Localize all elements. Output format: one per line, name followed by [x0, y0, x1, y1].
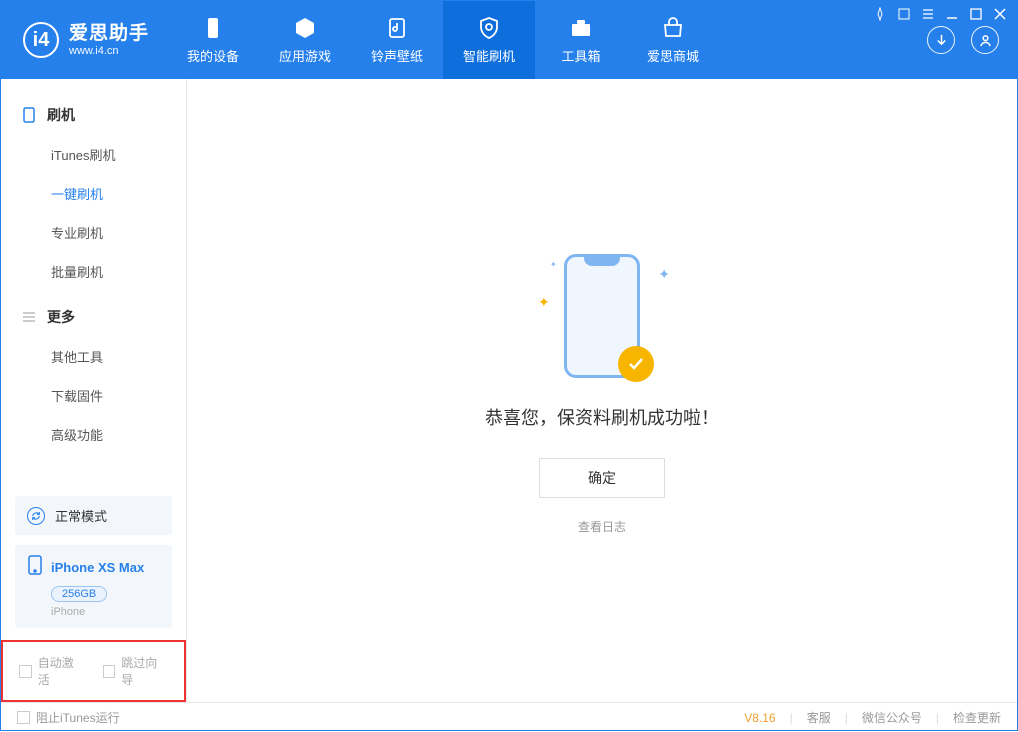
tab-toolbox[interactable]: 工具箱	[535, 1, 627, 79]
logo-icon: i4	[23, 22, 59, 58]
ok-button[interactable]: 确定	[539, 458, 665, 498]
sidebar-section-flash: 刷机 iTunes刷机 一键刷机 专业刷机 批量刷机	[1, 97, 186, 299]
sidebar: 刷机 iTunes刷机 一键刷机 专业刷机 批量刷机 更多 其他工具 下载固件 …	[1, 79, 187, 702]
cube-icon	[293, 16, 317, 40]
feedback-icon[interactable]	[873, 7, 887, 24]
mode-card[interactable]: 正常模式	[15, 496, 172, 535]
highlighted-options: 自动激活 跳过向导	[1, 640, 186, 702]
tab-label: 铃声壁纸	[371, 46, 423, 65]
logo-title: 爱思助手	[69, 23, 149, 45]
device-capacity: 256GB	[51, 586, 107, 602]
music-icon	[385, 16, 409, 40]
version-label: V8.16	[744, 711, 775, 725]
mode-label: 正常模式	[55, 506, 107, 525]
maximize-button[interactable]	[969, 7, 983, 24]
sidebar-section-more: 更多 其他工具 下载固件 高级功能	[1, 299, 186, 462]
shield-icon	[477, 16, 501, 40]
tab-label: 智能刷机	[463, 46, 515, 65]
tab-label: 爱思商城	[647, 46, 699, 65]
device-subtype: iPhone	[51, 606, 160, 618]
main-content: ✦ ✦ ✦ 恭喜您，保资料刷机成功啦！ 确定 查看日志	[187, 79, 1017, 702]
logo: i4 爱思助手 www.i4.cn	[1, 1, 167, 79]
device-icon	[201, 16, 225, 40]
sync-icon	[27, 507, 45, 525]
sidebar-item-advanced[interactable]: 高级功能	[1, 415, 186, 454]
download-button[interactable]	[927, 26, 955, 54]
tab-ringtones[interactable]: 铃声壁纸	[351, 1, 443, 79]
footer: 阻止iTunes运行 V8.16 | 客服 | 微信公众号 | 检查更新	[1, 702, 1017, 732]
tab-label: 工具箱	[562, 46, 601, 65]
sidebar-item-batch-flash[interactable]: 批量刷机	[1, 252, 186, 291]
phone-icon	[21, 107, 37, 123]
sidebar-item-other-tools[interactable]: 其他工具	[1, 337, 186, 376]
tab-label: 应用游戏	[279, 46, 331, 65]
device-card[interactable]: iPhone XS Max 256GB iPhone	[15, 545, 172, 628]
tab-my-device[interactable]: 我的设备	[167, 1, 259, 79]
success-illustration: ✦ ✦ ✦	[532, 246, 672, 386]
check-badge-icon	[618, 346, 654, 382]
sidebar-item-oneclick-flash[interactable]: 一键刷机	[1, 174, 186, 213]
sidebar-item-download-firmware[interactable]: 下载固件	[1, 376, 186, 415]
skin-icon[interactable]	[897, 7, 911, 24]
checkbox-block-itunes[interactable]: 阻止iTunes运行	[17, 709, 120, 726]
sidebar-item-itunes-flash[interactable]: iTunes刷机	[1, 135, 186, 174]
sidebar-item-pro-flash[interactable]: 专业刷机	[1, 213, 186, 252]
toolbox-icon	[569, 16, 593, 40]
device-name: iPhone XS Max	[51, 560, 144, 575]
header: i4 爱思助手 www.i4.cn 我的设备 应用游戏 铃声壁纸 智能刷机 工具…	[1, 1, 1017, 79]
minimize-button[interactable]	[945, 7, 959, 24]
body: 刷机 iTunes刷机 一键刷机 专业刷机 批量刷机 更多 其他工具 下载固件 …	[1, 79, 1017, 702]
view-log-link[interactable]: 查看日志	[578, 518, 626, 535]
logo-subtitle: www.i4.cn	[69, 45, 149, 58]
header-tabs: 我的设备 应用游戏 铃声壁纸 智能刷机 工具箱 爱思商城	[167, 1, 909, 79]
tab-flash[interactable]: 智能刷机	[443, 1, 535, 79]
store-icon	[661, 16, 685, 40]
success-message: 恭喜您，保资料刷机成功啦！	[485, 404, 719, 430]
footer-support-link[interactable]: 客服	[807, 709, 831, 726]
tab-store[interactable]: 爱思商城	[627, 1, 719, 79]
menu-icon[interactable]	[921, 7, 935, 24]
sidebar-heading-more: 更多	[1, 299, 186, 337]
footer-update-link[interactable]: 检查更新	[953, 709, 1001, 726]
list-icon	[21, 309, 37, 325]
window-controls	[873, 7, 1007, 24]
tab-label: 我的设备	[187, 46, 239, 65]
checkbox-skip-guide[interactable]: 跳过向导	[103, 654, 169, 688]
close-button[interactable]	[993, 7, 1007, 24]
tab-apps[interactable]: 应用游戏	[259, 1, 351, 79]
sidebar-heading-flash: 刷机	[1, 97, 186, 135]
checkbox-auto-activate[interactable]: 自动激活	[19, 654, 85, 688]
footer-wechat-link[interactable]: 微信公众号	[862, 709, 922, 726]
device-phone-icon	[27, 555, 43, 580]
user-button[interactable]	[971, 26, 999, 54]
